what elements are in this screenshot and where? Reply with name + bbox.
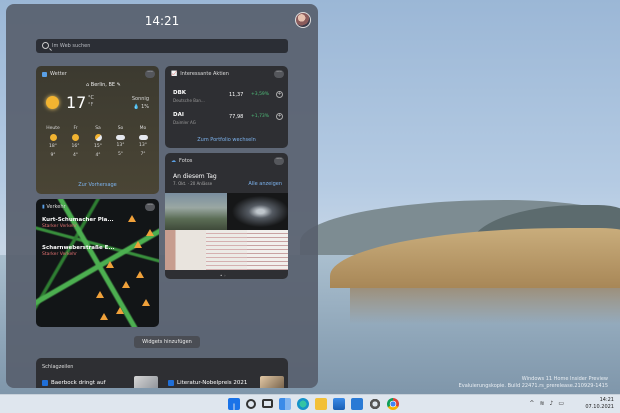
photos-title: Fotos bbox=[179, 158, 193, 164]
sun-icon bbox=[72, 134, 79, 141]
traffic-more-button[interactable]: ··· bbox=[145, 203, 155, 211]
user-avatar[interactable] bbox=[295, 12, 311, 28]
settings-icon[interactable] bbox=[369, 398, 381, 410]
warning-icon bbox=[100, 313, 108, 320]
add-stock-icon[interactable]: + bbox=[276, 113, 283, 120]
sun-icon bbox=[49, 134, 57, 141]
warning-icon bbox=[134, 241, 142, 248]
photos-pager[interactable]: • ◦ bbox=[220, 273, 226, 278]
news-source-icon bbox=[168, 380, 174, 386]
stocks-title: Interessante Aktien bbox=[180, 71, 229, 77]
cloud-icon bbox=[138, 135, 148, 140]
news-item[interactable]: Baerbock dringt auf bbox=[42, 380, 106, 386]
weather-more-button[interactable]: ··· bbox=[145, 70, 155, 78]
web-search-bar[interactable] bbox=[36, 39, 288, 53]
portfolio-link[interactable]: Zum Portfolio wechseln bbox=[165, 137, 288, 143]
traffic-route[interactable]: Kurt-Schumacher Pla... Starker Verkehr bbox=[42, 217, 114, 229]
headlines-title: Schlagzeilen bbox=[42, 364, 74, 370]
warning-icon bbox=[116, 307, 124, 314]
taskbar-clock[interactable]: 14:21 07.10.2021 bbox=[585, 397, 614, 411]
news-thumbnail[interactable] bbox=[134, 376, 158, 388]
stock-row[interactable]: DAI Daimler AG 77,98 +1,73% + bbox=[173, 112, 283, 132]
store-icon[interactable] bbox=[333, 398, 345, 410]
desktop-grass-reflection bbox=[350, 288, 620, 324]
news-thumbnail[interactable] bbox=[260, 376, 284, 388]
warning-icon bbox=[142, 299, 150, 306]
partly-cloudy-icon bbox=[94, 134, 102, 141]
news-source-icon bbox=[42, 380, 48, 386]
photo-thumbnail[interactable] bbox=[247, 230, 288, 270]
add-stock-icon[interactable]: + bbox=[276, 91, 283, 98]
photos-more-button[interactable]: ··· bbox=[274, 157, 284, 165]
warning-icon bbox=[96, 291, 104, 298]
forecast-day[interactable]: So 13° 5° bbox=[112, 124, 130, 160]
widgets-board: 14:21 Wetter ··· ⌂ Berlin, BE ✎ 17 °C °F… bbox=[6, 4, 318, 388]
stocks-chart-icon: 📈 bbox=[171, 71, 178, 77]
photo-thumbnail[interactable] bbox=[227, 193, 288, 230]
traffic-widget[interactable]: ▮ Verkehr ··· Kurt-Schumacher Pla... Sta… bbox=[36, 199, 159, 327]
unit-fahrenheit-toggle[interactable]: °F bbox=[88, 102, 93, 108]
warning-icon bbox=[122, 281, 130, 288]
forecast-link[interactable]: Zur Vorhersage bbox=[36, 182, 159, 188]
search-icon[interactable] bbox=[246, 399, 256, 409]
forecast-day[interactable]: Sa 15° 4° bbox=[89, 124, 107, 160]
warning-icon bbox=[136, 271, 144, 278]
task-view-icon[interactable] bbox=[262, 399, 273, 408]
headlines-section: Schlagzeilen Baerbock dringt auf Literat… bbox=[36, 358, 288, 388]
photos-cloud-icon: ☁ bbox=[171, 158, 176, 164]
weather-widget-icon bbox=[42, 71, 47, 77]
web-search-input[interactable] bbox=[52, 41, 282, 51]
system-tray: ^ ≋ ♪ ▭ bbox=[529, 400, 564, 407]
widgets-icon[interactable] bbox=[279, 398, 291, 410]
photo-thumbnail[interactable] bbox=[165, 193, 227, 230]
edge-icon[interactable] bbox=[297, 398, 309, 410]
unit-celsius-toggle[interactable]: °C bbox=[88, 95, 94, 101]
taskbar-apps bbox=[228, 398, 399, 410]
traffic-car-icon: ▮ bbox=[42, 204, 45, 210]
file-explorer-icon[interactable] bbox=[315, 398, 327, 410]
add-widgets-button[interactable]: Widgets hinzufügen bbox=[134, 336, 200, 348]
volume-icon[interactable]: ♪ bbox=[549, 400, 553, 407]
photo-thumbnail[interactable] bbox=[206, 230, 247, 270]
current-temperature: 17 bbox=[66, 93, 87, 112]
warning-icon bbox=[146, 229, 154, 236]
photos-widget[interactable]: ☁ Fotos ··· An diesem Tag 7. Okt. · 20 A… bbox=[165, 153, 288, 279]
location-pin-icon: ⌂ bbox=[86, 82, 90, 88]
taskbar: ^ ≋ ♪ ▭ 14:21 07.10.2021 bbox=[0, 394, 620, 413]
warning-icon bbox=[106, 261, 114, 268]
desktop-watermark: Windows 11 Home Insider Preview Evaluier… bbox=[458, 376, 608, 389]
mail-icon[interactable] bbox=[351, 398, 363, 410]
battery-icon[interactable]: ▭ bbox=[558, 400, 564, 407]
news-item[interactable]: Literatur-Nobelpreis 2021 bbox=[168, 380, 247, 386]
stocks-more-button[interactable]: ··· bbox=[274, 70, 284, 78]
edit-pencil-icon[interactable]: ✎ bbox=[117, 82, 121, 88]
forecast-day[interactable]: Heute 18° 9° bbox=[44, 124, 62, 160]
search-icon bbox=[42, 42, 49, 49]
cloud-icon bbox=[116, 135, 125, 140]
warning-icon bbox=[128, 215, 136, 222]
forecast-days: Heute 18° 9° Fr 16° 4° Sa 15° 4° So 13° bbox=[44, 124, 152, 160]
windows-start-icon[interactable] bbox=[228, 398, 240, 410]
chevron-up-icon[interactable]: ^ bbox=[529, 400, 534, 407]
raindrop-icon: 💧 bbox=[133, 104, 140, 110]
photos-show-all-link[interactable]: Alle anzeigen bbox=[248, 181, 282, 187]
weather-widget[interactable]: Wetter ··· ⌂ Berlin, BE ✎ 17 °C °F Sonni… bbox=[36, 66, 159, 194]
forecast-day[interactable]: Fr 16° 4° bbox=[67, 124, 85, 160]
forecast-day[interactable]: Mo 13° 7° bbox=[134, 124, 152, 160]
stock-row[interactable]: DBK Deutsche Ban... 11,37 +3,59% + bbox=[173, 90, 283, 110]
stocks-widget[interactable]: 📈 Interessante Aktien ··· DBK Deutsche B… bbox=[165, 66, 288, 148]
traffic-route[interactable]: Scharnweberstraße E... Starker Verkehr bbox=[42, 245, 115, 257]
chrome-icon[interactable] bbox=[387, 398, 399, 410]
photos-heading: An diesem Tag bbox=[173, 173, 217, 180]
photos-subtitle: 7. Okt. · 20 Anlässe bbox=[173, 181, 213, 186]
weather-title: Wetter bbox=[50, 71, 67, 77]
sun-icon bbox=[46, 96, 59, 109]
weather-location[interactable]: ⌂ Berlin, BE ✎ bbox=[86, 82, 121, 88]
weather-condition: Sonnig 💧 1% bbox=[131, 96, 149, 110]
board-time: 14:21 bbox=[144, 14, 180, 28]
photo-thumbnail[interactable] bbox=[165, 230, 206, 270]
traffic-title: Verkehr bbox=[46, 204, 66, 210]
wifi-icon[interactable]: ≋ bbox=[539, 400, 544, 407]
